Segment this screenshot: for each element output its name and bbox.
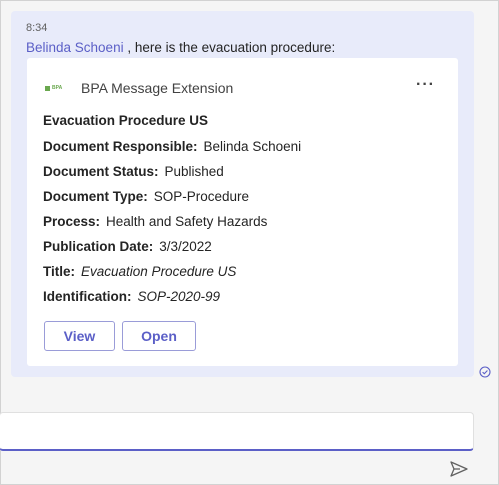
message-body: , here is the evacuation procedure: [123, 40, 336, 55]
fact-value: SOP-Procedure [153, 189, 250, 204]
fact-label: Document Type: [43, 189, 148, 204]
fact-value: Belinda Schoeni [203, 139, 302, 154]
adaptive-card: BPA BPA Message Extension ··· Evacuation… [27, 58, 458, 366]
card-title: Evacuation Procedure US [43, 113, 209, 128]
fact-document-type: Document Type: SOP-Procedure [43, 189, 249, 204]
card-header: BPA BPA Message Extension [45, 78, 233, 98]
fact-document-responsible: Document Responsible: Belinda Schoeni [43, 139, 301, 154]
fact-value: SOP-2020-99 [137, 289, 221, 304]
bpa-logo-icon: BPA [45, 82, 65, 94]
fact-publication-date: Publication Date: 3/3/2022 [43, 239, 212, 254]
fact-value: 3/3/2022 [159, 239, 212, 254]
fact-document-status: Document Status: Published [43, 164, 224, 179]
fact-value: Published [164, 164, 224, 179]
view-button[interactable]: View [44, 321, 115, 351]
app-name: BPA Message Extension [81, 80, 234, 96]
fact-identification: Identification: SOP-2020-99 [43, 289, 220, 304]
read-receipt-check-icon [479, 366, 491, 378]
more-options-button[interactable]: ··· [416, 77, 435, 93]
bpa-logo-text: BPA [52, 85, 63, 91]
fact-label: Title: [43, 264, 76, 279]
message-bubble: 8:34 Belinda Schoeni , here is the evacu… [11, 11, 474, 377]
message-text: Belinda Schoeni , here is the evacuation… [26, 40, 335, 55]
user-mention[interactable]: Belinda Schoeni [26, 40, 124, 55]
fact-title: Title: Evacuation Procedure US [43, 264, 236, 279]
open-button[interactable]: Open [122, 321, 196, 351]
fact-label: Document Responsible: [43, 139, 198, 154]
fact-process: Process: Health and Safety Hazards [43, 214, 267, 229]
compose-message-input[interactable] [0, 412, 474, 451]
message-timestamp: 8:34 [26, 22, 48, 34]
fact-label: Identification: [43, 289, 132, 304]
fact-label: Publication Date: [43, 239, 154, 254]
fact-value: Evacuation Procedure US [81, 264, 237, 279]
fact-label: Document Status: [43, 164, 159, 179]
fact-label: Process: [43, 214, 101, 229]
fact-value: Health and Safety Hazards [106, 214, 268, 229]
send-icon[interactable] [449, 460, 469, 478]
